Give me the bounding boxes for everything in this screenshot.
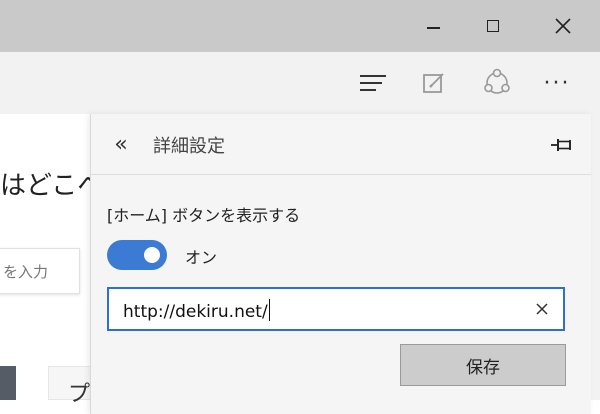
title-bar bbox=[0, 0, 600, 52]
home-button-setting-label: [ホーム] ボタンを表示する bbox=[107, 206, 301, 225]
close-icon bbox=[555, 18, 571, 34]
hub-button[interactable] bbox=[350, 60, 396, 106]
page-heading-fragment: はどこへ bbox=[0, 171, 104, 201]
minimize-icon bbox=[426, 27, 440, 29]
home-url-input[interactable]: http://dekiru.net/ bbox=[107, 287, 565, 331]
close-button[interactable] bbox=[534, 0, 592, 52]
home-button-toggle[interactable] bbox=[107, 240, 167, 270]
share-icon bbox=[484, 68, 510, 94]
panel-header: « 詳細設定 bbox=[91, 114, 591, 175]
double-chevron-left-icon: « bbox=[114, 131, 128, 157]
toggle-knob bbox=[144, 247, 160, 263]
clear-icon bbox=[536, 303, 548, 315]
page-search-box[interactable]: を入力 bbox=[0, 248, 80, 294]
more-icon: ··· bbox=[543, 70, 571, 96]
toggle-state-label: オン bbox=[185, 248, 218, 267]
panel-title: 詳細設定 bbox=[153, 136, 225, 157]
pin-button[interactable] bbox=[547, 130, 577, 160]
web-note-icon bbox=[423, 73, 444, 93]
maximize-button[interactable] bbox=[464, 0, 522, 52]
maximize-icon bbox=[487, 20, 499, 32]
share-button[interactable] bbox=[474, 60, 520, 106]
browser-toolbar: ··· bbox=[0, 52, 600, 114]
home-url-text: http://dekiru.net/ bbox=[123, 302, 268, 322]
text-caret bbox=[268, 299, 270, 321]
page-search-placeholder: を入力 bbox=[3, 262, 49, 281]
page-tile-image[interactable] bbox=[0, 366, 16, 400]
clear-input-button[interactable] bbox=[529, 296, 555, 322]
minimize-button[interactable] bbox=[404, 0, 462, 52]
pin-icon bbox=[551, 139, 571, 151]
page-edge bbox=[590, 114, 600, 400]
save-button[interactable]: 保存 bbox=[400, 344, 566, 386]
advanced-settings-panel: « 詳細設定 [ホーム] ボタンを表示する オン http://dekiru.n… bbox=[90, 114, 591, 414]
web-note-button[interactable] bbox=[411, 60, 457, 106]
home-url-value: http://dekiru.net/ bbox=[123, 299, 270, 322]
back-button[interactable]: « bbox=[105, 128, 137, 160]
hub-icon bbox=[360, 75, 386, 91]
page-tile-text: プ bbox=[68, 382, 91, 407]
more-button[interactable]: ··· bbox=[534, 60, 580, 106]
